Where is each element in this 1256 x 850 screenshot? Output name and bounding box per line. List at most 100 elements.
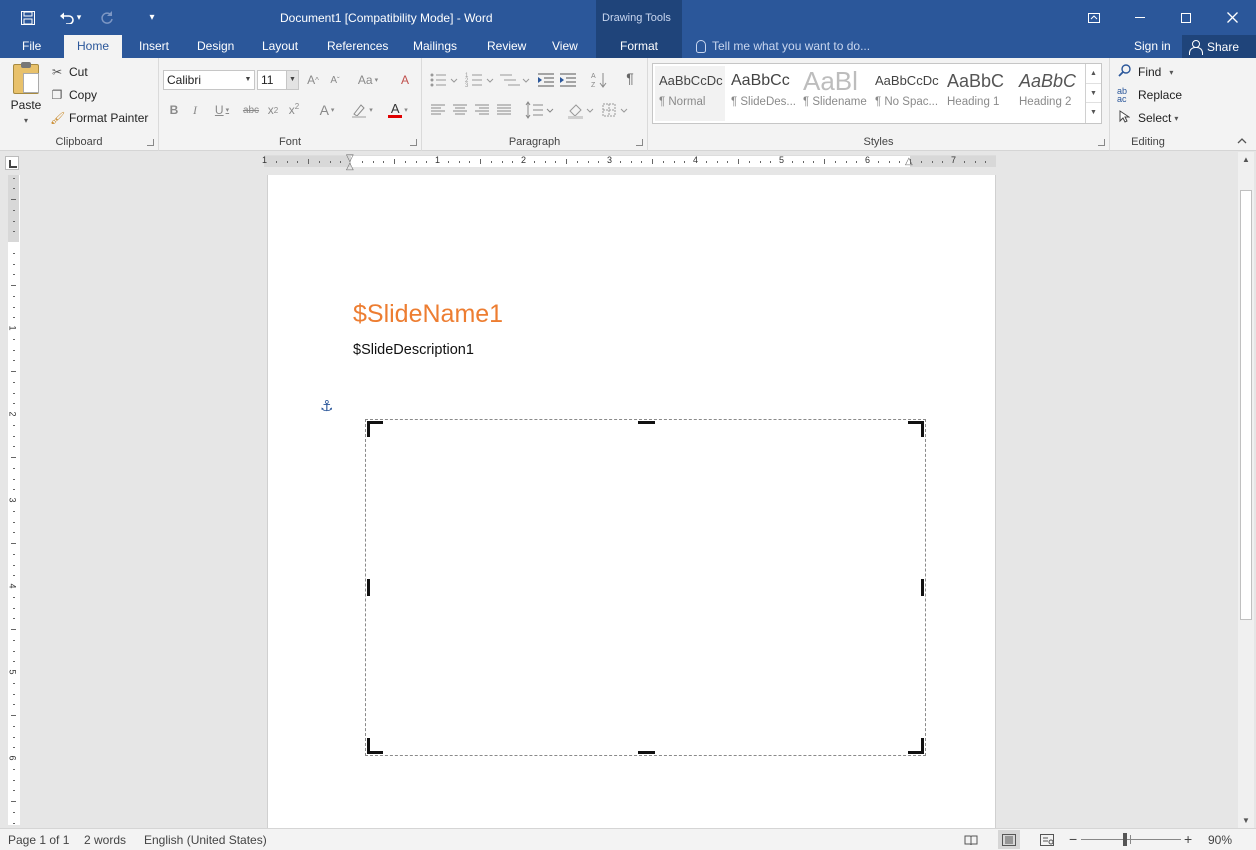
borders-icon[interactable]: [600, 100, 632, 120]
crop-handle-top-left[interactable]: [367, 421, 370, 437]
save-icon[interactable]: [8, 0, 48, 35]
scrollbar-thumb[interactable]: [1240, 190, 1252, 620]
bold-icon[interactable]: B: [165, 100, 183, 120]
increase-indent-icon[interactable]: [558, 70, 578, 90]
font-size-combo[interactable]: 11 ▼: [257, 70, 299, 90]
tab-references[interactable]: References: [314, 35, 401, 58]
slide-name-text[interactable]: $SlideName1: [353, 300, 503, 329]
print-layout-icon[interactable]: [998, 830, 1020, 849]
tab-layout[interactable]: Layout: [249, 35, 311, 58]
crop-handle-right[interactable]: [921, 579, 924, 596]
styles-more-icon[interactable]: ▼: [1086, 103, 1101, 123]
undo-dropdown-icon[interactable]: ▾: [77, 12, 82, 23]
redo-icon[interactable]: [92, 0, 122, 35]
style-no-spacing[interactable]: AaBbCcDc ¶ No Spac...: [871, 66, 941, 121]
tab-design[interactable]: Design: [184, 35, 247, 58]
multilevel-list-icon[interactable]: [498, 70, 532, 90]
crop-handle-top[interactable]: [638, 421, 655, 424]
minimize-icon[interactable]: [1117, 0, 1163, 35]
vertical-scrollbar[interactable]: ▲ ▼: [1238, 152, 1254, 829]
crop-handle-bottom-right[interactable]: [921, 738, 924, 754]
styles-scroll-up-icon[interactable]: ▲: [1086, 64, 1101, 84]
clipboard-launcher-icon[interactable]: [147, 139, 154, 146]
vertical-ruler[interactable]: 1 2 3 4 5 6: [8, 175, 20, 825]
web-layout-icon[interactable]: [1036, 830, 1058, 849]
change-case-icon[interactable]: Aa ▾: [353, 70, 383, 90]
zoom-slider-thumb[interactable]: [1123, 833, 1128, 846]
zoom-level[interactable]: 90%: [1208, 833, 1232, 847]
paste-dropdown-icon[interactable]: ▾: [24, 116, 28, 125]
page-count[interactable]: Page 1 of 1: [8, 833, 69, 847]
collapse-ribbon-icon[interactable]: [1237, 136, 1247, 146]
first-line-indent-marker[interactable]: ▽ △: [346, 154, 354, 172]
undo-icon[interactable]: ▾: [48, 0, 92, 35]
style-heading-1[interactable]: AaBbC Heading 1: [943, 66, 1013, 121]
style-normal[interactable]: AaBbCcDc ¶ Normal: [655, 66, 725, 121]
scroll-down-icon[interactable]: ▼: [1238, 813, 1254, 829]
font-color-icon[interactable]: A ▾: [383, 100, 413, 120]
style-heading-2[interactable]: AaBbC Heading 2: [1015, 66, 1083, 121]
font-size-dropdown-icon[interactable]: ▼: [286, 71, 298, 89]
tab-selector-icon[interactable]: [5, 156, 19, 170]
decrease-indent-icon[interactable]: [536, 70, 556, 90]
language-status[interactable]: English (United States): [144, 833, 267, 847]
right-indent-marker[interactable]: △: [905, 157, 913, 167]
select-dropdown-icon[interactable]: ▾: [1174, 114, 1178, 123]
font-name-combo[interactable]: Calibri ▼: [163, 70, 255, 90]
crop-handle-left[interactable]: [367, 579, 370, 596]
tab-home[interactable]: Home: [64, 35, 123, 58]
cut-button[interactable]: ✂ Cut: [50, 62, 88, 82]
line-spacing-icon[interactable]: [524, 100, 556, 120]
customize-qat-icon[interactable]: ▾: [122, 0, 182, 35]
tell-me-box[interactable]: Tell me what you want to do...: [696, 39, 870, 53]
tab-view[interactable]: View: [539, 35, 591, 58]
style-slidedescription[interactable]: AaBbCc ¶ SlideDes...: [727, 66, 797, 121]
maximize-icon[interactable]: [1163, 0, 1209, 35]
shrink-font-icon[interactable]: Aˇ: [325, 70, 345, 90]
italic-icon[interactable]: I: [186, 100, 204, 120]
crop-handle-top-right[interactable]: [921, 421, 924, 437]
font-launcher-icon[interactable]: [410, 139, 417, 146]
zoom-in-icon[interactable]: +: [1184, 831, 1192, 847]
document-page[interactable]: $SlideName1 $SlideDescription1 ⚓: [267, 175, 996, 835]
show-formatting-marks-icon[interactable]: ¶: [620, 70, 640, 90]
text-effects-icon[interactable]: A ▾: [312, 100, 342, 120]
grow-font-icon[interactable]: A ^: [303, 70, 323, 90]
style-slidename[interactable]: AaBl ¶ Slidename: [799, 66, 869, 121]
picture-placeholder[interactable]: [365, 419, 926, 756]
copy-button[interactable]: ❐ Copy: [50, 85, 97, 105]
subscript-icon[interactable]: x2: [264, 100, 282, 120]
crop-handle-bottom[interactable]: [638, 751, 655, 754]
find-dropdown-icon[interactable]: ▾: [1169, 68, 1173, 77]
highlight-color-icon[interactable]: ▾: [346, 100, 378, 120]
tab-insert[interactable]: Insert: [126, 35, 182, 58]
strikethrough-icon[interactable]: abc: [240, 100, 262, 120]
shading-icon[interactable]: [566, 100, 598, 120]
superscript-icon[interactable]: x2: [285, 100, 303, 120]
share-button[interactable]: Share: [1182, 35, 1256, 58]
paragraph-launcher-icon[interactable]: [636, 139, 643, 146]
crop-handle-bottom-left[interactable]: [367, 738, 370, 754]
select-button[interactable]: Select ▾: [1117, 108, 1178, 128]
tab-file[interactable]: File: [9, 35, 54, 58]
align-right-icon[interactable]: [472, 100, 492, 120]
ribbon-display-icon[interactable]: [1071, 0, 1117, 35]
underline-icon[interactable]: U ▾: [207, 100, 237, 120]
font-name-dropdown-icon[interactable]: ▼: [242, 71, 254, 89]
tab-format[interactable]: Format: [596, 35, 682, 58]
align-left-icon[interactable]: [428, 100, 448, 120]
tab-mailings[interactable]: Mailings: [400, 35, 470, 58]
paste-button[interactable]: Paste ▾: [8, 62, 44, 132]
align-center-icon[interactable]: [450, 100, 470, 120]
styles-launcher-icon[interactable]: [1098, 139, 1105, 146]
zoom-slider[interactable]: [1081, 839, 1181, 840]
scroll-up-icon[interactable]: ▲: [1238, 152, 1254, 168]
horizontal-ruler[interactable]: 1 1 2 3 4 5 6 7 ▽ △ △: [262, 154, 996, 172]
sign-in-link[interactable]: Sign in: [1134, 39, 1171, 53]
word-count[interactable]: 2 words: [84, 833, 126, 847]
replace-button[interactable]: ab ac Replace: [1117, 85, 1182, 105]
styles-scroll-down-icon[interactable]: ▼: [1086, 84, 1101, 104]
bullets-icon[interactable]: [428, 70, 462, 90]
zoom-out-icon[interactable]: −: [1069, 831, 1077, 847]
clear-formatting-icon[interactable]: A: [395, 70, 415, 90]
